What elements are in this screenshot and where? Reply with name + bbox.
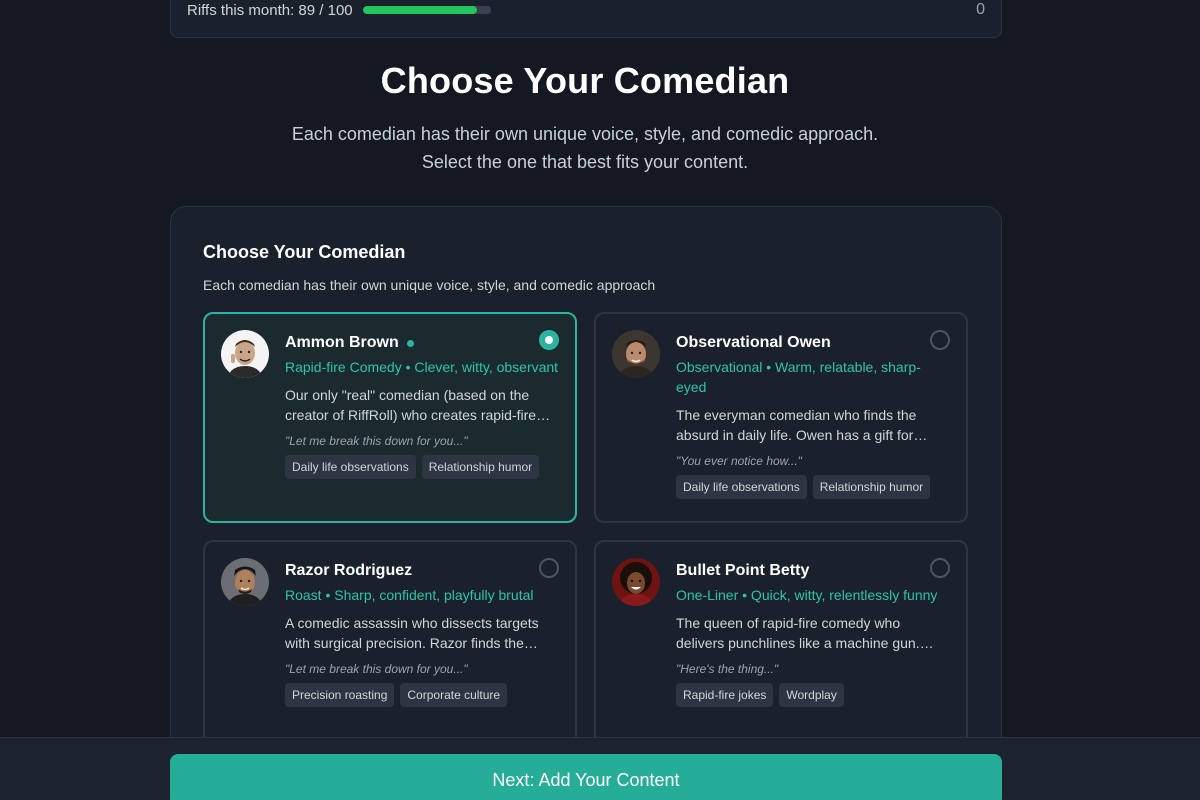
tag: Daily life observations <box>285 455 416 479</box>
usage-progress-fill <box>363 6 477 14</box>
card-body: Bullet Point Betty One-Liner • Quick, wi… <box>676 560 951 707</box>
panel-title: Choose Your Comedian <box>203 242 406 262</box>
comedian-style: Observational • Warm, relatable, sharp-e… <box>676 359 921 395</box>
tag-list: Rapid-fire jokes Wordplay <box>676 683 951 707</box>
comedian-description: A comedic assassin who dissects targets … <box>285 615 539 651</box>
comedian-description: Our only "real" comedian (based on the c… <box>285 387 537 423</box>
next-button[interactable]: Next: Add Your Content <box>170 754 1002 800</box>
comedian-name: Razor Rodriguez <box>285 562 413 579</box>
comedian-panel: Choose Your Comedian Each comedian has t… <box>170 206 1002 800</box>
comedian-quote: "Let me break this down for you..." <box>285 434 468 448</box>
panel-subtitle: Each comedian has their own unique voice… <box>203 277 656 293</box>
avatar <box>221 330 269 378</box>
comedian-quote: "Here's the thing..." <box>676 662 779 676</box>
name-row: Ammon Brown <box>285 332 560 354</box>
comedian-description: The everyman comedian who finds the absu… <box>676 407 917 443</box>
tag-list: Daily life observations Relationship hum… <box>285 455 560 479</box>
avatar <box>612 558 660 606</box>
radio-unselected[interactable] <box>930 558 950 578</box>
comedian-style: One-Liner • Quick, witty, relentlessly f… <box>676 587 938 603</box>
name-row: Observational Owen <box>676 332 951 354</box>
comedian-name: Ammon Brown <box>285 334 399 351</box>
usage-label: Riffs this month: 89 / 100 <box>187 2 353 19</box>
comedian-style: Roast • Sharp, confident, playfully brut… <box>285 587 534 603</box>
tag: Daily life observations <box>676 475 807 499</box>
card-body: Razor Rodriguez Roast • Sharp, confident… <box>285 560 560 707</box>
tag: Precision roasting <box>285 683 395 707</box>
comedian-quote: "You ever notice how..." <box>676 454 802 468</box>
comedian-name: Observational Owen <box>676 334 831 351</box>
usage-card: Riffs this month: 89 / 100 0 <box>170 0 1002 38</box>
usage-progress-bar <box>363 6 491 14</box>
tag: Corporate culture <box>400 683 508 707</box>
page-title: Choose Your Comedian <box>380 60 790 101</box>
comedian-card-observational-owen[interactable]: Observational Owen Observational • Warm,… <box>594 312 968 523</box>
footer-bar: Next: Add Your Content <box>0 737 1200 800</box>
comedian-quote: "Let me break this down for you..." <box>285 662 468 676</box>
tag: Relationship humor <box>812 475 931 499</box>
card-body: Ammon Brown Rapid-fire Comedy • Clever, … <box>285 332 560 479</box>
radio-unselected[interactable] <box>539 558 559 578</box>
online-status-dot <box>406 339 414 347</box>
tag: Relationship humor <box>421 455 540 479</box>
radio-selected[interactable] <box>539 330 559 350</box>
page-subtitle-line-1: Each comedian has their own unique voice… <box>291 124 879 144</box>
comedian-description: The queen of rapid-fire comedy who deliv… <box>676 615 920 651</box>
page-subtitle-line-2: Select the one that best fits your conte… <box>421 152 749 172</box>
page-subtitle: Each comedian has their own unique voice… <box>0 120 1170 176</box>
tag-list: Daily life observations Relationship hum… <box>676 475 951 499</box>
name-row: Razor Rodriguez <box>285 560 560 582</box>
tag-list: Precision roasting Corporate culture <box>285 683 560 707</box>
comedian-card-ammon-brown[interactable]: Ammon Brown Rapid-fire Comedy • Clever, … <box>203 312 577 523</box>
avatar <box>221 558 269 606</box>
tag: Wordplay <box>779 683 844 707</box>
usage-count: 0 <box>976 1 985 18</box>
comedian-name: Bullet Point Betty <box>676 562 810 579</box>
avatar <box>612 330 660 378</box>
comedian-style: Rapid-fire Comedy • Clever, witty, obser… <box>285 359 559 375</box>
radio-unselected[interactable] <box>930 330 950 350</box>
tag: Rapid-fire jokes <box>676 683 774 707</box>
name-row: Bullet Point Betty <box>676 560 951 582</box>
card-body: Observational Owen Observational • Warm,… <box>676 332 951 499</box>
comedian-selection-page: Riffs this month: 89 / 100 0 Choose Your… <box>0 0 1200 800</box>
